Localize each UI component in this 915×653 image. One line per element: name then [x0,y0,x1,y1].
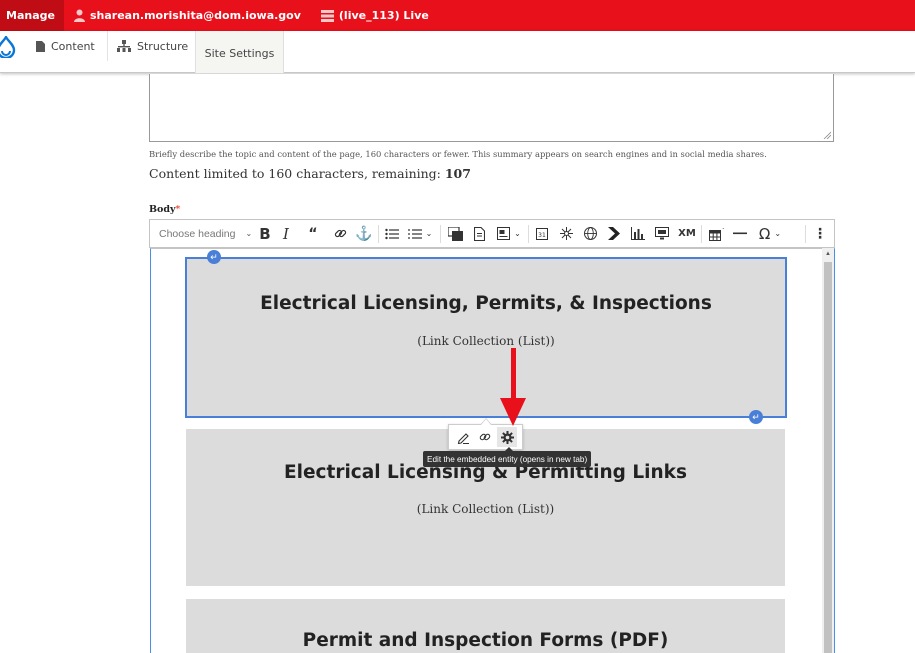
edit-entity-button[interactable] [454,427,474,447]
more-options-button[interactable]: ⋮ [813,220,827,247]
pencil-icon [458,432,470,444]
widget-title: Electrical Licensing, Permits, & Inspect… [260,293,712,314]
numbered-list-icon [407,228,422,239]
admin-bar: Manage sharean.morishita@dom.iowa.gov (l… [0,0,915,31]
link-button[interactable] [331,220,349,247]
toolbar-structure-tab[interactable]: Structure [117,31,200,61]
bulleted-list-button[interactable] [383,220,401,247]
chevron-block-button[interactable] [605,220,623,247]
drupal-entity-button[interactable] [557,220,575,247]
hierarchy-icon [117,40,131,52]
widget-title: Permit and Inspection Forms (PDF) [302,630,669,651]
drupal-drop-icon[interactable] [0,36,16,58]
bar-chart-icon [631,227,645,240]
globe-button[interactable] [581,220,599,247]
chevron-down-icon: ⌄ [425,229,433,238]
toolbar-tray: Content Structure Site Settings [0,31,915,73]
monitor-icon [655,227,669,240]
balloon-arrow-inner [481,419,491,425]
media-library-icon [447,226,463,241]
widget-subtitle: (Link Collection (List)) [416,502,555,516]
widget-insert-before-handle[interactable]: ↵ [207,250,221,264]
stack-icon [320,9,334,22]
anchor-button[interactable]: ⚓ [355,220,373,247]
heading-dropdown[interactable]: Choose heading ⌄ [159,220,252,247]
calendar-icon: 31 [536,227,548,240]
link-entity-button[interactable] [475,427,495,447]
xml-button[interactable]: XM [677,220,697,247]
edit-embedded-entity-button[interactable] [497,427,518,447]
editor-toolbar: Choose heading ⌄ B I “ ⚓ ⌄ ⌄ 31 XM Ω ⌄ ⋮ [149,219,835,248]
svg-text:31: 31 [538,232,546,239]
embedded-entity-widget[interactable]: Electrical Licensing, Permits, & Inspect… [185,257,787,418]
person-icon [73,9,85,22]
toolbar-separator [378,225,379,243]
scrollbar-thumb[interactable] [824,262,832,653]
bold-button[interactable]: B [256,220,274,247]
gear-icon [500,430,514,444]
embedded-entity-widget[interactable]: Permit and Inspection Forms (PDF) [186,599,785,653]
insert-table-button[interactable]: + [706,220,726,247]
link-icon [480,433,491,441]
snowflake-icon [559,227,573,240]
toolbar-separator [805,225,806,243]
toolbar-content-tab[interactable]: Content [36,31,108,61]
toolbar-separator [440,225,441,243]
site-settings-tab[interactable]: Site Settings [195,31,284,73]
user-menu[interactable]: sharean.morishita@dom.iowa.gov [73,9,301,22]
numbered-list-button[interactable]: ⌄ [405,220,435,247]
bulleted-list-icon [385,228,399,239]
character-counter: Content limited to 160 characters, remai… [149,166,471,181]
chevron-down-icon: ⌄ [774,229,782,238]
tooltip: Edit the embedded entity (opens in new t… [423,451,592,467]
svg-text:+: + [722,227,724,233]
image-style-dropdown[interactable]: ⌄ [494,220,524,247]
widget-insert-after-handle[interactable]: ↵ [749,410,763,424]
scroll-up-icon[interactable]: ▲ [825,251,831,257]
horizontal-line-button[interactable] [730,220,750,247]
embed-media-button[interactable] [445,220,465,247]
link-icon [334,229,346,238]
manage-button[interactable]: Manage [0,0,64,31]
horizontal-line-icon [733,232,747,235]
chevron-down-icon: ⌄ [245,229,253,238]
summary-description: Briefly describe the topic and content o… [149,149,767,159]
resize-grip-icon[interactable] [823,131,831,139]
document-icon [473,226,485,241]
widget-subtitle: (Link Collection (List)) [417,334,555,348]
toolbar-separator [528,225,529,243]
red-arrow-annotation [500,348,526,426]
table-icon: + [708,227,724,241]
summary-textarea[interactable] [149,74,834,142]
chevron-right-icon [608,227,620,240]
embed-document-button[interactable] [470,220,488,247]
document-icon [36,40,45,52]
remaining-count: 107 [444,166,471,181]
chevron-down-icon: ⌄ [514,229,521,238]
globe-icon [583,227,597,240]
image-align-icon [497,227,511,240]
special-characters-button[interactable]: Ω ⌄ [754,220,786,247]
blockquote-button[interactable]: “ [304,220,322,247]
chart-button[interactable] [629,220,647,247]
environment-indicator[interactable]: (live_113) Live [320,9,429,22]
calendar-button[interactable]: 31 [533,220,551,247]
toolbar-separator [701,225,702,243]
media-embed-button[interactable] [653,220,671,247]
body-field-label: Body* [149,204,181,215]
required-marker: * [175,204,181,215]
italic-button[interactable]: I [278,220,294,247]
